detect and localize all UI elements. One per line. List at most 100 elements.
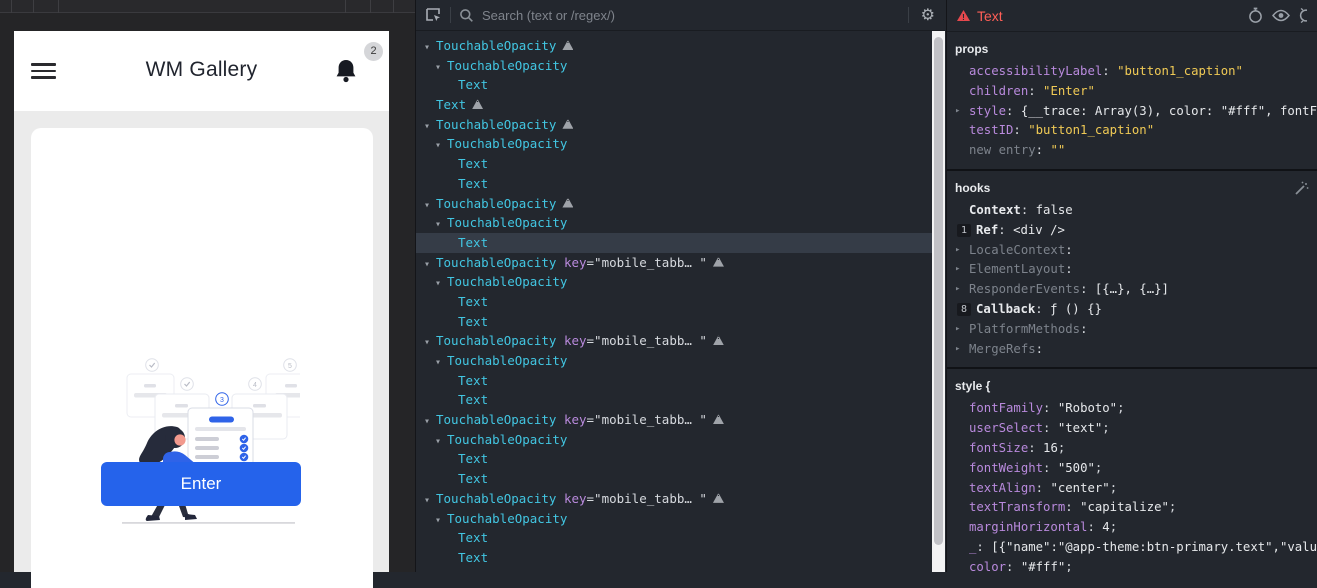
inspector-row[interactable]: ▸PlatformMethods: — [947, 320, 1317, 340]
tree-row[interactable]: Text — [416, 371, 932, 391]
inspector-row[interactable]: marginHorizontal: 4; — [947, 518, 1317, 538]
tree-row[interactable]: Text — [416, 312, 932, 332]
tree-row[interactable]: Text — [416, 95, 932, 115]
chrome-divider — [11, 0, 12, 13]
component-name: TouchableOpacity — [436, 38, 556, 53]
component-name: Text — [458, 451, 488, 466]
expander-icon[interactable]: ▾ — [435, 274, 447, 294]
tree-row[interactable]: Text — [416, 390, 932, 410]
notification-bell-icon[interactable] — [335, 59, 357, 83]
inspector-row[interactable]: children: "Enter" — [947, 82, 1317, 102]
expander-icon[interactable]: ▸ — [955, 340, 960, 360]
inspector-row[interactable]: _: [{"name":"@app-theme:btn-primary.text… — [947, 538, 1317, 558]
expander-icon[interactable]: ▾ — [424, 412, 436, 432]
code-token: false — [1036, 203, 1073, 217]
inspector-row[interactable]: ▸ElementLayout: — [947, 260, 1317, 280]
inspector-row[interactable]: ▸ResponderEvents: [{…}, {…}] — [947, 280, 1317, 300]
tree-row[interactable]: ▾TouchableOpacity — [416, 351, 932, 371]
key-attribute: key — [556, 255, 586, 270]
tree-row[interactable]: ▾TouchableOpacity key="mobile_tabb… " — [416, 331, 932, 351]
expander-icon[interactable]: ▾ — [424, 38, 436, 58]
tree-row[interactable]: Text — [416, 469, 932, 489]
inspector-row[interactable]: ▸LocaleContext: — [947, 241, 1317, 261]
bug-icon-clipped[interactable] — [1299, 8, 1307, 23]
expander-icon[interactable]: ▾ — [435, 215, 447, 235]
tree-row[interactable]: ▾TouchableOpacity — [416, 36, 932, 56]
tree-row[interactable]: Text — [416, 292, 932, 312]
inspector-row[interactable]: 8Callback: ƒ () {} — [947, 300, 1317, 320]
inspector-row[interactable]: 1Ref: <div /> — [947, 221, 1317, 241]
expander-icon[interactable]: ▸ — [955, 260, 960, 280]
tree-row[interactable]: ▾TouchableOpacity key="mobile_tabb… " — [416, 410, 932, 430]
tree-row[interactable]: Text — [416, 233, 932, 253]
inspector-row[interactable]: Context: false — [947, 201, 1317, 221]
settings-gear-icon[interactable]: ⚙ — [921, 5, 935, 25]
search-input[interactable] — [482, 8, 900, 23]
expander-icon[interactable]: ▸ — [955, 241, 960, 261]
code-token: PlatformMethods — [969, 322, 1080, 336]
inspector-panel: Text props accessibilityLabel: "button1_… — [946, 0, 1317, 572]
expander-icon[interactable]: ▸ — [955, 320, 960, 340]
inspector-row[interactable]: fontWeight: "500"; — [947, 459, 1317, 479]
parse-hook-names-wand-icon[interactable] — [1294, 181, 1309, 196]
tree-row[interactable]: Text — [416, 548, 932, 568]
tree-row[interactable]: ▾TouchableOpacity — [416, 194, 932, 214]
tree-row[interactable]: ▾TouchableOpacity — [416, 56, 932, 76]
code-token: 16 — [1043, 441, 1058, 455]
inspector-row[interactable]: userSelect: "text"; — [947, 419, 1317, 439]
code-token: "button1_caption" — [1028, 123, 1154, 137]
component-name: TouchableOpacity — [447, 353, 567, 368]
code-token: : — [1065, 500, 1080, 514]
enter-button[interactable]: Enter — [101, 462, 301, 506]
tree-toolbar: ⚙ — [416, 0, 945, 31]
component-name: TouchableOpacity — [436, 255, 556, 270]
eye-inspect-icon[interactable] — [1272, 9, 1290, 22]
component-name: Text — [458, 176, 488, 191]
code-token: : — [1036, 143, 1051, 157]
tree-row[interactable]: ▾TouchableOpacity — [416, 509, 932, 529]
key-value: ="mobile_tabb… " — [587, 412, 707, 427]
tree-row[interactable]: ▾TouchableOpacity — [416, 272, 932, 292]
inspect-element-icon[interactable] — [425, 7, 442, 23]
tree-row[interactable]: Text — [416, 174, 932, 194]
code-token: ; — [1117, 401, 1124, 415]
inspector-row[interactable]: testID: "button1_caption" — [947, 121, 1317, 141]
tree-row[interactable]: Text — [416, 75, 932, 95]
tree-row[interactable]: Text — [416, 449, 932, 469]
toolbar-divider — [450, 7, 451, 23]
code-token: Ref — [976, 223, 998, 237]
svg-text:5: 5 — [288, 363, 292, 370]
expander-icon[interactable]: ▸ — [955, 280, 960, 300]
svg-text:4: 4 — [253, 382, 257, 389]
inspector-row[interactable]: textTransform: "capitalize"; — [947, 498, 1317, 518]
tree-row[interactable]: ▾TouchableOpacity key="mobile_tabb… " — [416, 489, 932, 509]
tree-row[interactable]: ▾TouchableOpacity — [416, 134, 932, 154]
code-token: Context — [969, 203, 1021, 217]
inspector-row[interactable]: ▸MergeRefs: — [947, 340, 1317, 360]
inspector-row[interactable]: accessibilityLabel: "button1_caption" — [947, 62, 1317, 82]
inspector-row[interactable]: new entry: "" — [947, 141, 1317, 161]
inspector-row[interactable]: color: "#fff"; — [947, 558, 1317, 572]
component-name: TouchableOpacity — [447, 215, 567, 230]
key-value: ="mobile_tabb… " — [587, 333, 707, 348]
tree-scrollbar[interactable] — [932, 31, 945, 572]
tree-row[interactable]: ▾TouchableOpacity key="mobile_tabb… " — [416, 253, 932, 273]
inspector-row[interactable]: textAlign: "center"; — [947, 479, 1317, 499]
expander-icon[interactable]: ▾ — [435, 353, 447, 373]
tree-row[interactable]: Text — [416, 528, 932, 548]
scrollbar-thumb[interactable] — [934, 37, 943, 545]
inspector-row[interactable]: fontFamily: "Roboto"; — [947, 399, 1317, 419]
tree-row[interactable]: ▾TouchableOpacity — [416, 430, 932, 450]
code-token: ResponderEvents — [969, 282, 1080, 296]
profiler-timer-icon[interactable] — [1248, 7, 1263, 24]
code-token: ; — [1102, 421, 1109, 435]
inspector-row[interactable]: ▸style: {__trace: Array(3), color: "#fff… — [947, 102, 1317, 122]
expander-icon[interactable]: ▸ — [955, 102, 960, 122]
component-name: TouchableOpacity — [436, 412, 556, 427]
tree-row[interactable]: ▾TouchableOpacity — [416, 115, 932, 135]
tree-row[interactable]: Text — [416, 154, 932, 174]
inspector-row[interactable]: fontSize: 16; — [947, 439, 1317, 459]
expander-icon[interactable]: ▾ — [424, 491, 436, 511]
tree-row[interactable]: ▾TouchableOpacity — [416, 213, 932, 233]
chrome-divider — [345, 0, 346, 13]
